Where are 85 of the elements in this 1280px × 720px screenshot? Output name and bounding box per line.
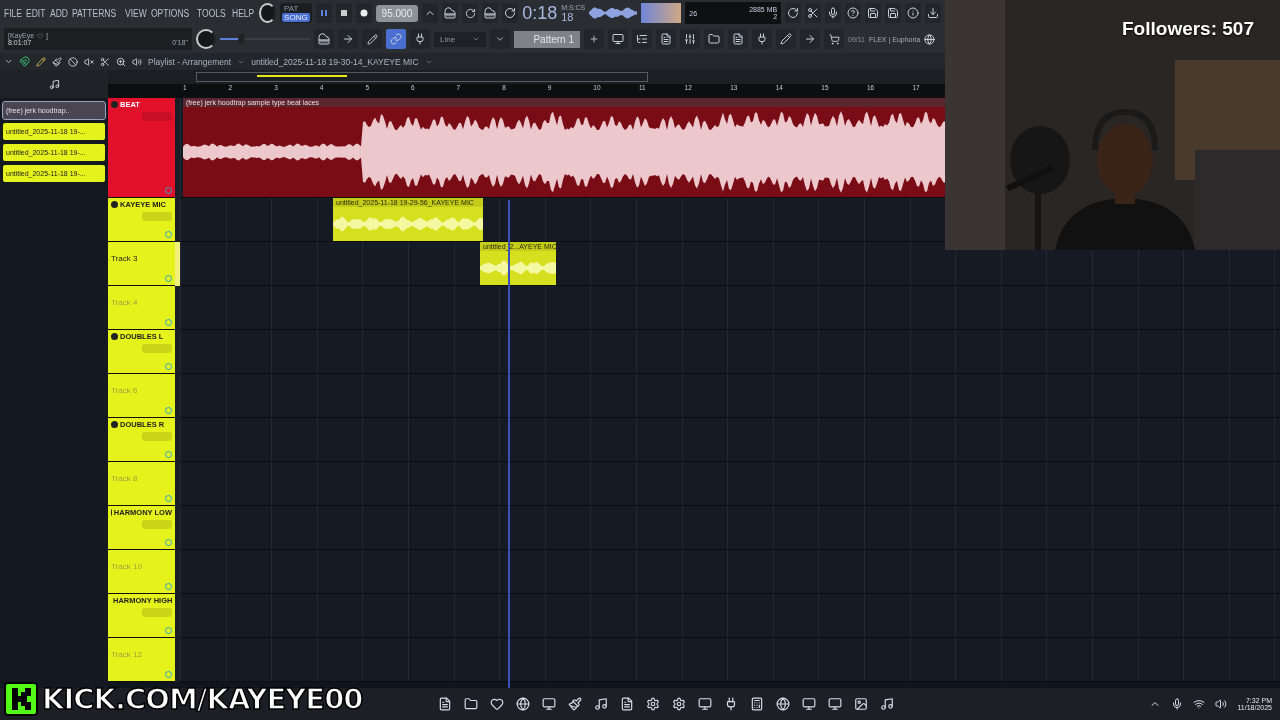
info-icon[interactable] xyxy=(905,3,922,23)
pencil-icon[interactable] xyxy=(36,56,46,67)
level-meter xyxy=(641,3,682,23)
track-header[interactable]: Track 3 xyxy=(108,242,175,286)
follower-count: Followers: 507 xyxy=(1122,18,1254,40)
magnet-icon[interactable] xyxy=(19,56,30,67)
channel-url: KICK.COM/KAYEYE00 xyxy=(42,682,363,716)
snap-select[interactable]: Line xyxy=(434,31,486,47)
track-name: Track 10 xyxy=(111,562,143,571)
stop-button[interactable] xyxy=(335,3,352,23)
mode-toggle[interactable]: SONG xyxy=(282,13,310,22)
track-controls[interactable] xyxy=(142,112,172,121)
caret-icon xyxy=(472,35,480,43)
menu-item[interactable]: TOOLS xyxy=(197,7,227,19)
slice-icon[interactable] xyxy=(100,56,110,67)
paint-icon[interactable] xyxy=(568,697,582,711)
speaker-icon[interactable] xyxy=(1215,698,1228,710)
track-controls[interactable] xyxy=(142,344,172,353)
song-time: 0:18 xyxy=(522,2,558,24)
mixer-icon[interactable] xyxy=(680,29,700,49)
pause-button[interactable] xyxy=(315,3,332,23)
piano-icon[interactable] xyxy=(482,3,499,23)
brush-icon[interactable] xyxy=(52,56,62,67)
track-name: Track 6 xyxy=(111,386,139,395)
mode-toggle[interactable]: PAT xyxy=(282,4,310,13)
scissors-icon[interactable] xyxy=(805,3,822,23)
mute-icon[interactable] xyxy=(84,56,94,67)
track-controls[interactable] xyxy=(142,212,172,221)
logo-icon xyxy=(4,682,38,716)
music-note-icon[interactable] xyxy=(880,697,894,711)
menu-item[interactable]: PATTERNS xyxy=(72,7,117,19)
wifi-icon[interactable] xyxy=(1193,698,1206,710)
menu-item[interactable]: VIEW xyxy=(124,7,147,19)
refresh-icon[interactable] xyxy=(785,3,802,23)
track-name: Track 12 xyxy=(111,650,143,659)
piano-icon[interactable] xyxy=(442,3,459,23)
record-button[interactable] xyxy=(355,3,372,23)
track-name: Track 3 xyxy=(111,254,139,263)
files-icon[interactable] xyxy=(438,697,452,711)
cart-icon[interactable] xyxy=(824,29,844,49)
track-dot[interactable] xyxy=(111,333,118,340)
volume-slider[interactable] xyxy=(220,34,310,44)
menu-item[interactable]: HELP xyxy=(232,7,255,19)
waveform xyxy=(589,7,638,19)
download-icon[interactable] xyxy=(925,3,942,23)
pencil-icon[interactable] xyxy=(362,29,382,49)
delete-icon[interactable] xyxy=(68,56,78,67)
save-icon[interactable] xyxy=(865,3,882,23)
folder-icon[interactable] xyxy=(464,697,478,711)
menu-item[interactable]: EDIT xyxy=(26,7,46,19)
pause-icon xyxy=(319,9,328,17)
window-title: Playlist - Arrangement xyxy=(148,56,232,67)
menu-item[interactable]: OPTIONS xyxy=(151,7,190,19)
stop-icon xyxy=(339,9,348,17)
track-dot[interactable] xyxy=(111,421,118,428)
file-icon[interactable] xyxy=(728,29,748,49)
track-controls[interactable] xyxy=(142,608,172,617)
overview-scrollbar[interactable] xyxy=(196,72,648,82)
track-controls[interactable] xyxy=(142,520,172,529)
photos-icon[interactable] xyxy=(854,697,868,711)
gear-icon[interactable] xyxy=(672,697,686,711)
track-name: Track 8 xyxy=(111,474,139,483)
track-name: Track 4 xyxy=(111,298,139,307)
track-controls[interactable] xyxy=(142,432,172,441)
time-centiseconds: 18 xyxy=(561,10,575,23)
menu-item[interactable]: FILE xyxy=(4,7,22,19)
zoom-icon[interactable] xyxy=(116,56,126,67)
mic-icon[interactable] xyxy=(825,3,842,23)
window-subtitle: untitled_2025-11-18 19-30-14_KAYEYE MIC xyxy=(251,56,419,67)
calculator-icon[interactable] xyxy=(750,697,764,711)
volume-knob[interactable] xyxy=(259,3,277,23)
piano-icon[interactable] xyxy=(314,29,334,49)
save-icon[interactable] xyxy=(885,3,902,23)
track-dot[interactable] xyxy=(111,101,118,108)
heart-icon xyxy=(37,32,44,39)
help-icon[interactable] xyxy=(845,3,862,23)
mic-icon[interactable] xyxy=(1171,698,1184,710)
pitch-knob[interactable] xyxy=(196,29,216,49)
loop-icon[interactable] xyxy=(502,3,519,23)
plug-icon[interactable] xyxy=(752,29,772,49)
track-dot[interactable] xyxy=(111,201,118,208)
speaker-icon[interactable] xyxy=(132,56,142,67)
menu-item[interactable]: ADD xyxy=(49,7,68,19)
globe-icon[interactable] xyxy=(924,33,936,45)
notepad-icon[interactable] xyxy=(620,697,634,711)
